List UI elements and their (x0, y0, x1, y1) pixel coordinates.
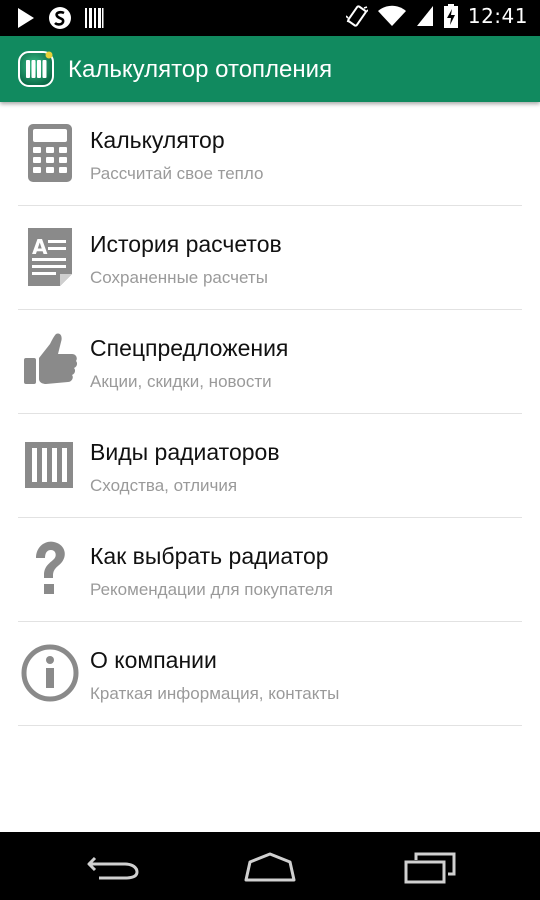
menu-item-subtitle: Рекомендации для покупателя (90, 580, 333, 599)
question-icon (36, 541, 65, 594)
barcode-icon (85, 8, 104, 28)
menu-item-how-to-choose[interactable]: Как выбрать радиатор Рекомендации для по… (0, 518, 540, 622)
menu-item-title: Как выбрать радиатор (90, 543, 329, 569)
menu-item-special-offers[interactable]: Спецпредложения Акции, скидки, новости (0, 310, 540, 414)
nav-bar (0, 832, 540, 900)
menu-item-title: О компании (90, 647, 217, 673)
wifi-icon (377, 5, 406, 26)
menu-item-radiator-types[interactable]: Виды радиаторов Сходства, отличия (0, 414, 540, 518)
menu-item-history[interactable]: A История расчетов Сохраненные расчеты (0, 206, 540, 310)
radiator-icon (25, 442, 73, 488)
menu-list: Калькулятор Рассчитай свое тепло A Истор… (0, 102, 540, 726)
signal-icon (416, 6, 433, 26)
status-right-icons: 12:41 (345, 4, 528, 28)
status-left-icons (16, 6, 104, 30)
document-history-icon: A (28, 228, 72, 286)
radiator-logo-icon (18, 51, 54, 87)
svg-text:A: A (32, 235, 48, 259)
app-title: Калькулятор отопления (68, 56, 333, 83)
play-store-icon (18, 8, 34, 28)
menu-item-subtitle: Краткая информация, контакты (90, 684, 340, 703)
menu-item-about[interactable]: О компании Краткая информация, контакты (0, 622, 540, 726)
calculator-icon (28, 124, 72, 182)
thumbs-up-icon (24, 333, 78, 384)
menu-item-title: История расчетов (90, 231, 282, 257)
divider (18, 725, 522, 726)
menu-item-subtitle: Рассчитай свое тепло (90, 164, 264, 183)
recents-icon[interactable] (400, 850, 460, 884)
menu-item-calculator[interactable]: Калькулятор Рассчитай свое тепло (0, 102, 540, 206)
vibrate-icon (345, 5, 368, 27)
back-icon[interactable] (83, 850, 143, 884)
status-time: 12:41 (467, 4, 528, 28)
menu-item-title: Калькулятор (90, 127, 225, 153)
battery-charging-icon (443, 4, 458, 28)
screen: 12:41 Калькулятор отопления Калькулятор … (0, 0, 540, 900)
app-bar: Калькулятор отопления (0, 36, 540, 102)
menu-item-subtitle: Акции, скидки, новости (90, 372, 272, 391)
menu-item-subtitle: Сохраненные расчеты (90, 268, 268, 287)
menu-item-title: Спецпредложения (90, 335, 289, 361)
info-icon (21, 644, 79, 702)
status-bar: 12:41 (0, 0, 540, 36)
menu-item-subtitle: Сходства, отличия (90, 476, 238, 495)
home-icon[interactable] (240, 850, 300, 884)
s-app-icon (49, 7, 71, 29)
menu-item-title: Виды радиаторов (90, 439, 280, 465)
